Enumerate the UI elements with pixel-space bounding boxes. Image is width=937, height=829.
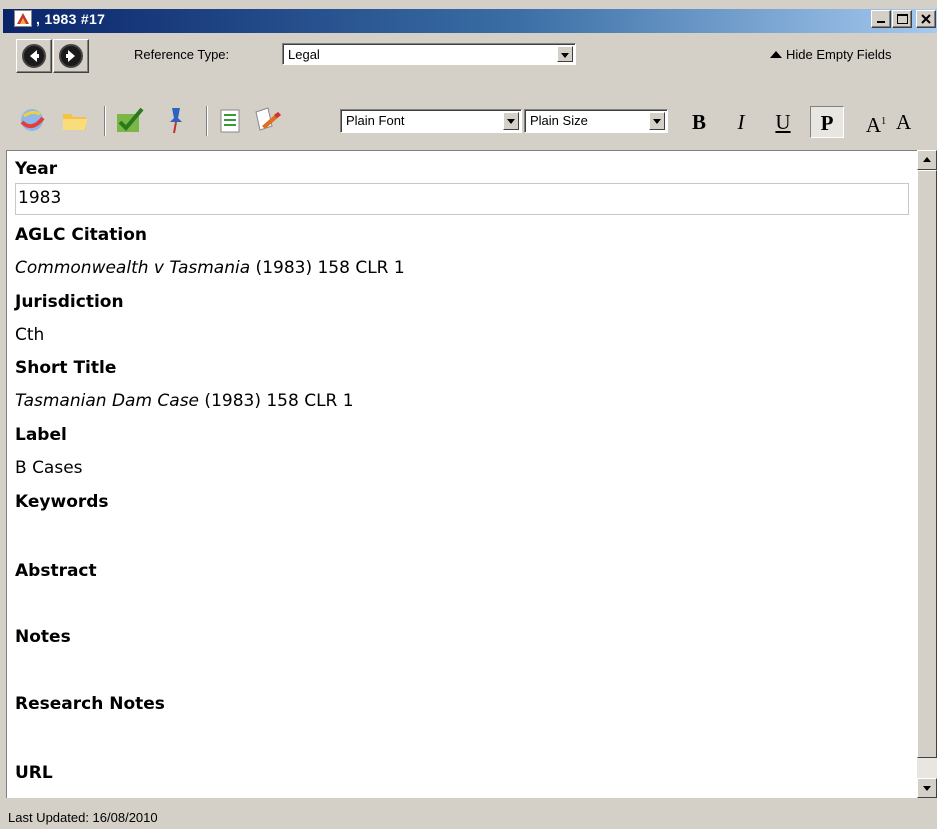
minimize-button[interactable] [871, 10, 891, 28]
pencil-document-icon [255, 107, 281, 131]
arrow-up-icon [923, 157, 931, 162]
notes-field[interactable] [15, 660, 905, 690]
maximize-button[interactable] [892, 10, 912, 28]
pushpin-icon [170, 108, 182, 134]
reference-type-bar: Reference Type: Legal Hide Empty Fields [6, 36, 937, 74]
underline-button[interactable]: U [766, 106, 800, 138]
chevron-down-icon [653, 119, 661, 124]
maximize-icon [897, 14, 908, 24]
abstract-label: Abstract [15, 561, 97, 581]
abstract-field[interactable] [15, 594, 905, 624]
hide-empty-fields-label: Hide Empty Fields [786, 47, 892, 62]
toolbar-separator [104, 106, 106, 136]
year-field[interactable]: 1983 [15, 183, 909, 215]
reference-type-dropdown-button[interactable] [557, 46, 573, 62]
status-bar: Last Updated: 16/08/2010 [6, 808, 937, 829]
subscript-button[interactable]: A [896, 106, 916, 138]
research-notes-label: Research Notes [15, 694, 165, 714]
jurisdiction-field[interactable]: Cth [15, 325, 44, 345]
label-field[interactable]: B Cases [15, 458, 83, 478]
citation-field[interactable]: Commonwealth v Tasmania (1983) 158 CLR 1 [15, 258, 405, 278]
last-updated-text: Last Updated: 16/08/2010 [8, 810, 158, 825]
plain-text-button[interactable]: P [810, 106, 844, 138]
superscript-mark: 1 [881, 116, 887, 127]
edit-styles-button[interactable] [252, 106, 286, 136]
endnote-app-icon [14, 10, 32, 27]
chevron-down-icon [507, 119, 515, 124]
arrow-down-icon [923, 786, 931, 791]
font-size-select[interactable]: Plain Size [524, 109, 668, 133]
reference-type-select[interactable]: Legal [282, 43, 576, 65]
minimize-icon [877, 21, 885, 23]
keywords-field[interactable] [15, 525, 905, 555]
short-title-label: Short Title [15, 358, 117, 378]
notes-label: Notes [15, 627, 71, 647]
citation-label: AGLC Citation [15, 225, 147, 245]
open-file-button[interactable] [60, 106, 94, 136]
jurisdiction-label: Jurisdiction [15, 292, 124, 312]
font-select[interactable]: Plain Font [340, 109, 522, 133]
font-dropdown-button[interactable] [503, 112, 519, 130]
toolbar-separator [206, 106, 208, 136]
citation-rest: (1983) 158 CLR 1 [250, 258, 405, 278]
year-value: 1983 [18, 188, 62, 208]
reference-window: , 1983 #17 Reference Type: Legal Hide Em… [0, 0, 937, 829]
close-icon [921, 14, 931, 24]
short-title-name: Tasmanian Dam Case [15, 391, 200, 411]
insert-figure-button[interactable] [162, 106, 196, 136]
formatting-toolbar: Plain Font Plain Size B I U P A1 A [6, 100, 937, 140]
short-title-rest: (1983) 158 CLR 1 [199, 391, 354, 411]
reference-type-label: Reference Type: [134, 47, 230, 62]
superscript-letter: A [865, 113, 882, 137]
list-check-icon [220, 109, 240, 133]
vertical-scrollbar[interactable] [917, 150, 937, 798]
scroll-up-button[interactable] [917, 150, 937, 170]
font-value: Plain Font [346, 113, 405, 128]
label-label: Label [15, 425, 67, 445]
short-title-field[interactable]: Tasmanian Dam Case (1983) 158 CLR 1 [15, 391, 354, 411]
arrow-right-icon [59, 44, 83, 68]
next-reference-button[interactable] [53, 39, 89, 73]
open-link-button[interactable] [18, 106, 52, 136]
folder-icon [63, 114, 87, 130]
close-button[interactable] [916, 10, 936, 28]
keywords-label: Keywords [15, 492, 109, 512]
checkmark-icon [117, 107, 144, 132]
hide-empty-fields-button[interactable]: Hide Empty Fields [770, 47, 891, 62]
globe-link-icon [20, 109, 45, 131]
reference-type-value: Legal [288, 47, 320, 62]
reference-fields-pane: Year 1983 AGLC Citation Commonwealth v T… [6, 150, 917, 798]
chevron-down-icon [561, 53, 569, 58]
mark-read-button[interactable] [114, 106, 148, 136]
scroll-thumb[interactable] [917, 170, 937, 758]
bold-button[interactable]: B [682, 106, 716, 138]
font-size-dropdown-button[interactable] [649, 112, 665, 130]
year-label: Year [15, 159, 58, 179]
spell-check-button[interactable] [216, 106, 250, 136]
scroll-down-button[interactable] [917, 778, 937, 798]
arrow-up-icon [770, 51, 782, 58]
italic-button[interactable]: I [724, 106, 758, 138]
url-label: URL [15, 763, 53, 783]
research-notes-field[interactable] [15, 727, 905, 757]
superscript-button[interactable]: A1 [856, 106, 896, 138]
citation-case-name: Commonwealth v Tasmania [15, 258, 251, 278]
font-size-value: Plain Size [530, 113, 588, 128]
window-title: , 1983 #17 [36, 11, 106, 27]
title-bar[interactable]: , 1983 #17 [3, 3, 937, 33]
previous-reference-button[interactable] [16, 39, 52, 73]
arrow-left-icon [22, 44, 46, 68]
